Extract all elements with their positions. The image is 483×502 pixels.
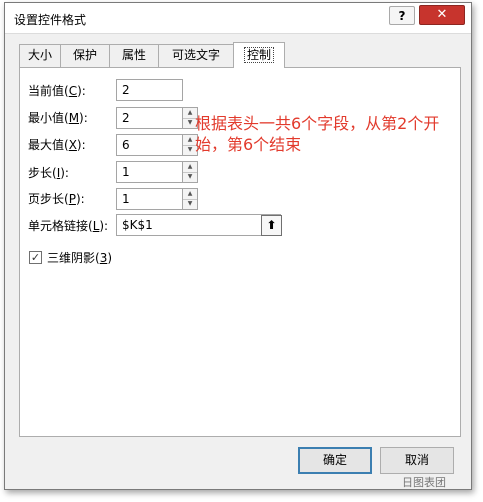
dialog-title: 设置控件格式 — [14, 13, 87, 27]
cancel-button[interactable]: 取消 — [380, 447, 454, 474]
tab-properties-label: 属性 — [121, 48, 146, 62]
help-button[interactable]: ? — [389, 6, 415, 25]
max-value-label: 最大值(X): — [28, 138, 86, 152]
spin-down-icon[interactable]: ▼ — [183, 172, 197, 182]
watermark: 日图表团 — [402, 476, 446, 489]
tab-protection-label: 保护 — [72, 48, 97, 62]
annotation-text: 根据表头一共6个字段，从第2个开始，第6个结束 — [195, 114, 440, 154]
spin-down-icon[interactable]: ▼ — [183, 199, 197, 209]
close-button[interactable]: ✕ — [419, 5, 465, 25]
tab-size[interactable]: 大小 — [19, 44, 61, 67]
tab-properties[interactable]: 属性 — [109, 44, 159, 67]
max-value-input[interactable]: 6 — [116, 134, 183, 156]
step-spinner[interactable]: ▲ ▼ — [183, 161, 198, 183]
tab-alt-text-label: 可选文字 — [171, 48, 220, 62]
min-value-label: 最小值(M): — [28, 111, 88, 125]
current-value-label: 当前值(C): — [28, 84, 86, 98]
page-step-label: 页步长(P): — [28, 192, 85, 206]
step-input[interactable]: 1 — [116, 161, 183, 183]
page-step-spinner[interactable]: ▲ ▼ — [183, 188, 198, 210]
cell-link-label: 单元格链接(L): — [28, 219, 109, 233]
page-step-input[interactable]: 1 — [116, 188, 183, 210]
tab-size-label: 大小 — [27, 48, 52, 62]
tab-alt-text[interactable]: 可选文字 — [158, 44, 234, 67]
tab-protection[interactable]: 保护 — [60, 44, 110, 67]
cell-link-input[interactable]: $K$1 — [116, 214, 281, 236]
tab-control[interactable]: 控制 — [233, 42, 285, 68]
min-value-input[interactable]: 2 — [116, 107, 183, 129]
shading-label: 三维阴影(3) — [47, 251, 113, 265]
shading-checkbox[interactable]: ✓ — [29, 251, 42, 264]
step-label: 步长(I): — [28, 166, 69, 180]
range-picker-icon[interactable]: ⬆ — [261, 215, 282, 236]
tab-control-label: 控制 — [243, 47, 274, 63]
ok-button[interactable]: 确定 — [298, 447, 372, 474]
title-bar: 设置控件格式 ? ✕ — [5, 3, 471, 34]
current-value-input[interactable]: 2 — [116, 79, 183, 101]
format-control-dialog: 设置控件格式 ? ✕ 大小 保护 属性 可选文字 控制 当前值(C): 2 最小… — [4, 2, 472, 490]
